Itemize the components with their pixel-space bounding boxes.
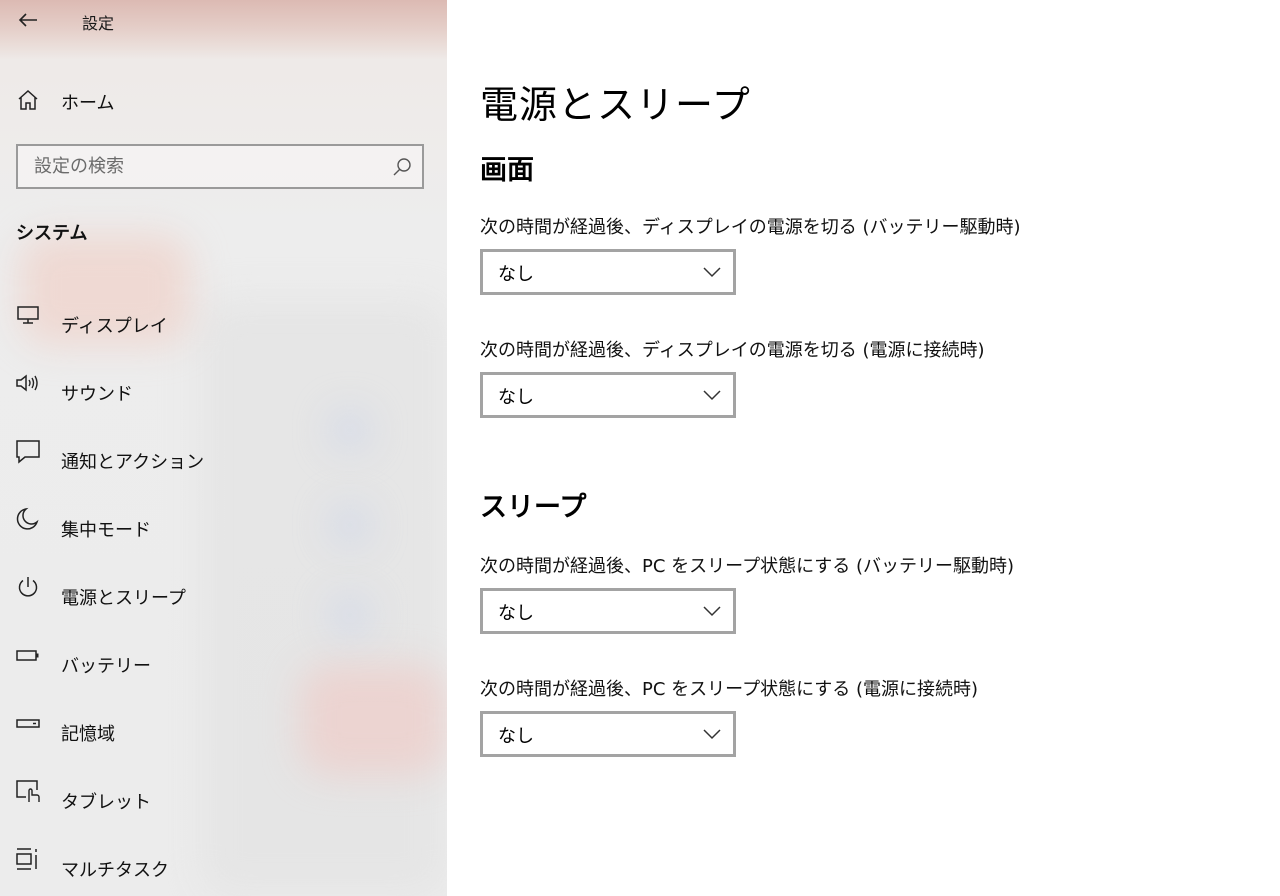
search-box	[16, 144, 424, 189]
sidebar-item-label: 記憶域	[61, 724, 115, 745]
page-title: 電源とスリープ	[480, 83, 751, 127]
sidebar-item-label: マルチタスク	[61, 860, 169, 881]
sidebar-item-notifications[interactable]: 通知とアクション	[0, 426, 447, 494]
titlebar: 設定	[0, 0, 447, 40]
sidebar-item-label: サウンド	[61, 384, 133, 405]
sidebar-item-label: タブレット	[61, 792, 151, 813]
storage-icon	[14, 709, 42, 737]
sidebar-item-label: ディスプレイ	[61, 316, 168, 337]
app-title: 設定	[82, 14, 115, 33]
dropdown-value: なし	[498, 726, 534, 747]
display-off-battery-label: 次の時間が経過後、ディスプレイの電源を切る (バッテリー駆動時)	[480, 217, 1021, 238]
monitor-icon	[14, 301, 42, 329]
display-off-plugged-dropdown[interactable]: なし	[480, 372, 736, 418]
chevron-down-icon	[703, 729, 721, 740]
sidebar-item-multitasking[interactable]: マルチタスク	[0, 834, 447, 896]
sidebar: 設定 ホーム システム ディスプレイ	[0, 0, 447, 896]
home-icon	[14, 86, 42, 114]
sidebar-item-battery[interactable]: バッテリー	[0, 630, 447, 698]
chevron-down-icon	[703, 390, 721, 401]
sidebar-item-home[interactable]: ホーム	[0, 80, 447, 120]
sidebar-item-label: バッテリー	[61, 656, 151, 677]
sleep-plugged-dropdown[interactable]: なし	[480, 711, 736, 757]
chevron-down-icon	[703, 606, 721, 617]
sleep-battery-dropdown[interactable]: なし	[480, 588, 736, 634]
battery-icon	[14, 641, 42, 669]
main-content: 電源とスリープ 画面 次の時間が経過後、ディスプレイの電源を切る (バッテリー駆…	[447, 0, 1280, 896]
sidebar-item-sound[interactable]: サウンド	[0, 358, 447, 426]
sidebar-item-focus[interactable]: 集中モード	[0, 494, 447, 562]
back-arrow-icon	[18, 13, 37, 27]
sidebar-item-label: 通知とアクション	[61, 452, 205, 473]
dropdown-value: なし	[498, 264, 534, 285]
search-input[interactable]	[18, 146, 422, 187]
power-icon	[14, 573, 42, 601]
sidebar-section-title: システム	[16, 223, 88, 244]
back-button[interactable]	[14, 6, 42, 34]
display-off-plugged-label: 次の時間が経過後、ディスプレイの電源を切る (電源に接続時)	[480, 340, 985, 361]
multitask-icon	[14, 845, 42, 873]
sidebar-nav: ディスプレイ サウンド 通知とアクション 集中モード 電源とスリープ バッテリー…	[0, 290, 447, 896]
sleep-plugged-label: 次の時間が経過後、PC をスリープ状態にする (電源に接続時)	[480, 679, 979, 700]
sidebar-item-label: ホーム	[61, 93, 115, 114]
dropdown-value: なし	[498, 387, 534, 408]
chevron-down-icon	[703, 267, 721, 278]
sidebar-item-label: 電源とスリープ	[61, 588, 186, 609]
display-off-battery-dropdown[interactable]: なし	[480, 249, 736, 295]
moon-icon	[14, 505, 42, 533]
notification-icon	[14, 437, 42, 465]
sleep-section-title: スリープ	[480, 492, 587, 523]
sidebar-item-display[interactable]: ディスプレイ	[0, 290, 447, 358]
dropdown-value: なし	[498, 603, 534, 624]
sidebar-item-power-sleep[interactable]: 電源とスリープ	[0, 562, 447, 630]
sidebar-item-storage[interactable]: 記憶域	[0, 698, 447, 766]
tablet-icon	[14, 777, 42, 805]
speaker-icon	[14, 369, 42, 397]
sidebar-item-label: 集中モード	[61, 520, 151, 541]
sidebar-item-tablet[interactable]: タブレット	[0, 766, 447, 834]
sleep-battery-label: 次の時間が経過後、PC をスリープ状態にする (バッテリー駆動時)	[480, 556, 1015, 577]
search-icon[interactable]	[390, 155, 414, 179]
screen-section-title: 画面	[480, 155, 534, 186]
